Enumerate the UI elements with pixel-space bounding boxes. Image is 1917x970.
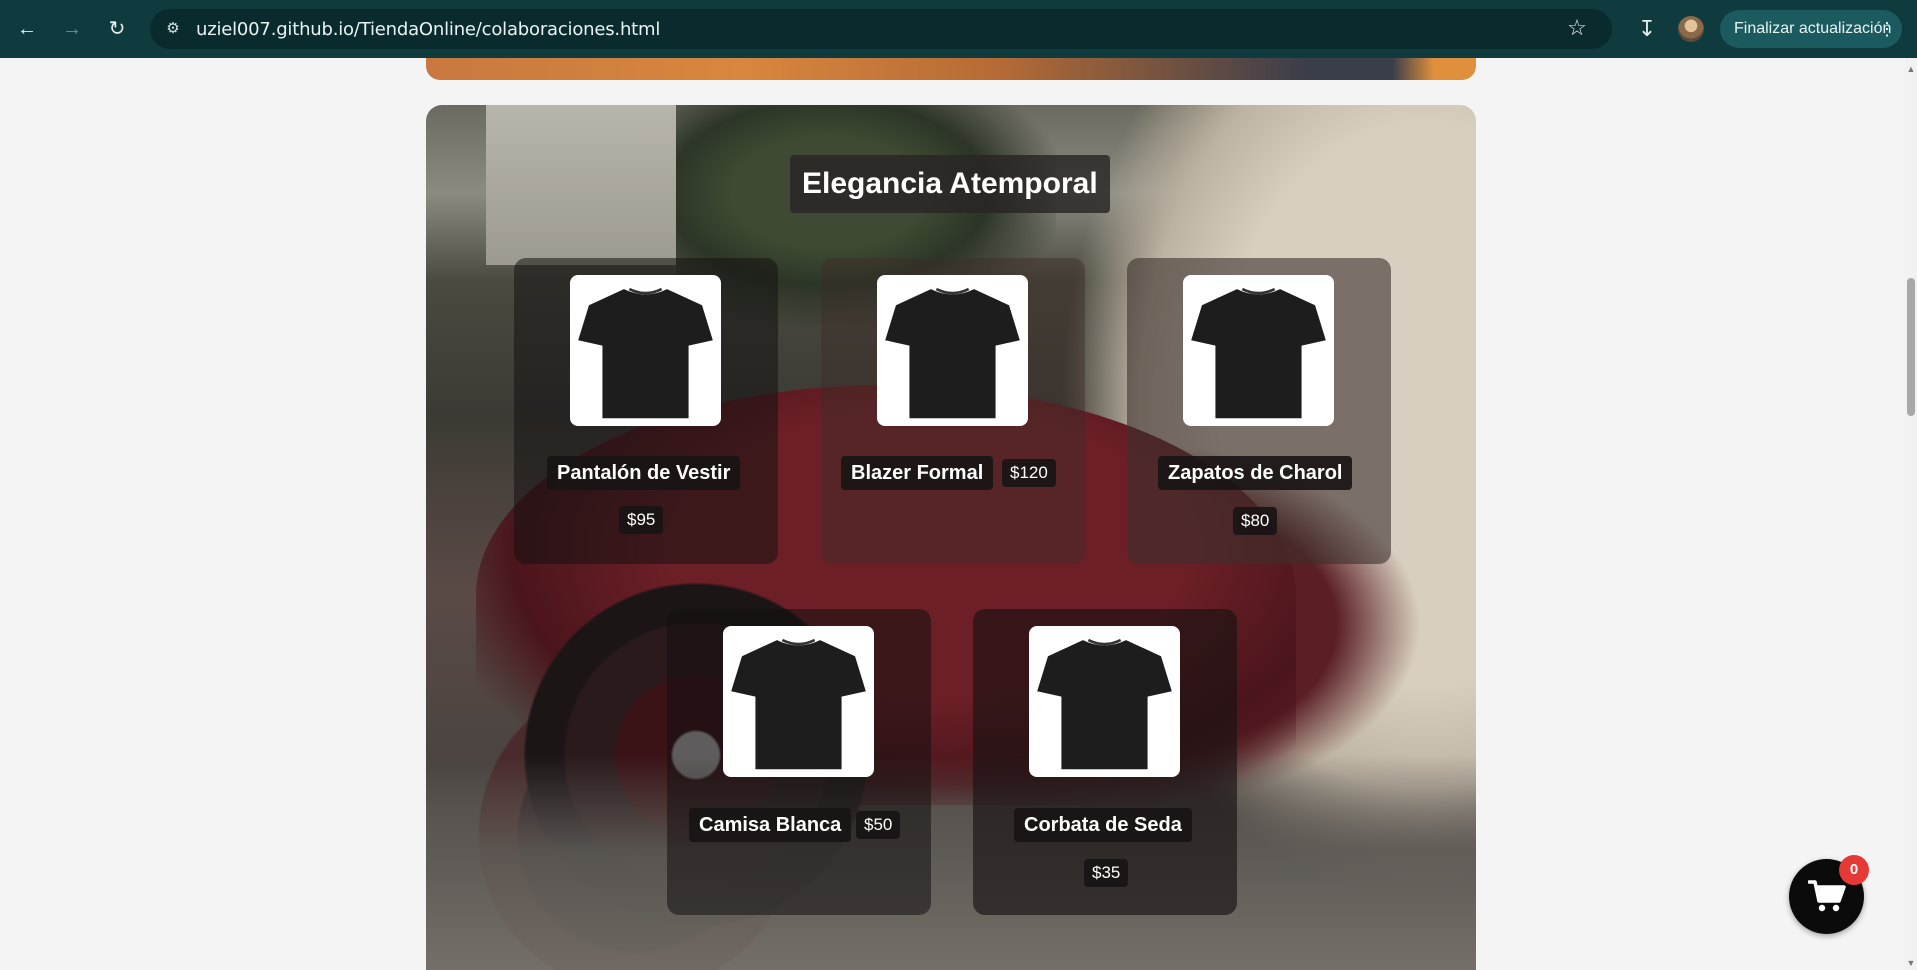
site-info-icon[interactable]: ⚙ (158, 14, 188, 44)
product-name: Blazer Formal (841, 456, 994, 490)
scroll-up-arrow-icon[interactable]: ▲ (1905, 64, 1917, 74)
back-button[interactable]: ← (12, 14, 42, 44)
page-scrollbar[interactable]: ▲ ▼ (1905, 58, 1917, 970)
product-name: Pantalón de Vestir (547, 456, 741, 490)
product-card[interactable]: Corbata de Seda $35 (973, 609, 1237, 915)
product-card[interactable]: Pantalón de Vestir $95 (514, 258, 778, 564)
scroll-down-arrow-icon[interactable]: ▼ (1905, 958, 1917, 968)
product-card[interactable]: Camisa Blanca $50 (667, 609, 931, 915)
product-image[interactable] (877, 275, 1028, 426)
download-icon[interactable]: ↧ (1632, 14, 1662, 44)
cart-count-badge: 0 (1839, 855, 1869, 885)
collection-title: Elegancia Atemporal (790, 155, 1110, 213)
reload-icon: ↻ (108, 18, 126, 40)
shopping-cart-icon (1808, 880, 1846, 912)
url-text[interactable]: uziel007.github.io/TiendaOnline/colabora… (196, 19, 660, 40)
update-button[interactable]: Finalizar actualización ⋮ (1720, 10, 1902, 48)
menu-dots-icon[interactable]: ⋮ (1878, 10, 1896, 48)
background-image (486, 105, 676, 265)
scroll-thumb[interactable] (1907, 278, 1915, 416)
previous-collection-banner (426, 58, 1476, 80)
product-card[interactable]: Blazer Formal $120 (821, 258, 1085, 564)
collection-section: Elegancia Atemporal Pantalón de Vestir $… (426, 105, 1476, 970)
tshirt-icon (885, 287, 1020, 419)
reload-button[interactable]: ↻ (102, 14, 132, 44)
tshirt-icon (578, 287, 713, 419)
tshirt-icon (731, 638, 866, 770)
forward-button[interactable]: → (57, 14, 87, 44)
update-button-label: Finalizar actualización (1734, 20, 1892, 37)
product-price: $80 (1233, 507, 1278, 535)
tshirt-icon (1191, 287, 1326, 419)
product-name: Zapatos de Charol (1158, 456, 1353, 490)
product-image[interactable] (1029, 626, 1180, 777)
product-image[interactable] (723, 626, 874, 777)
tshirt-icon (1037, 638, 1172, 770)
browser-toolbar: ← → ↻ ⚙ uziel007.github.io/TiendaOnline/… (0, 0, 1917, 58)
product-image[interactable] (570, 275, 721, 426)
product-price: $50 (856, 811, 901, 839)
product-image[interactable] (1183, 275, 1334, 426)
address-bar[interactable]: ⚙ uziel007.github.io/TiendaOnline/colabo… (150, 9, 1612, 49)
product-name: Camisa Blanca (689, 808, 852, 842)
product-price: $120 (1002, 459, 1056, 487)
product-price: $95 (619, 506, 664, 534)
product-price: $35 (1084, 859, 1129, 887)
profile-avatar[interactable] (1678, 16, 1704, 42)
arrow-left-icon: ← (17, 18, 37, 40)
product-card[interactable]: Zapatos de Charol $80 (1127, 258, 1391, 564)
bookmark-star-icon[interactable]: ☆ (1562, 13, 1592, 43)
arrow-right-icon: → (62, 18, 82, 40)
product-name: Corbata de Seda (1014, 808, 1192, 842)
background-ground (426, 755, 1476, 970)
page-content: Elegancia Atemporal Pantalón de Vestir $… (0, 58, 1917, 970)
